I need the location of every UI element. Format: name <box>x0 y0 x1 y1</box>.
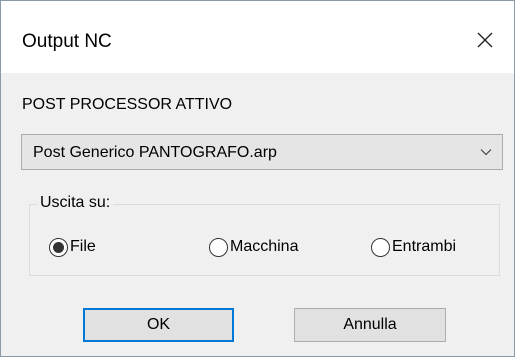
post-processor-label: POST PROCESSOR ATTIVO <box>22 96 233 113</box>
post-processor-selected-value: Post Generico PANTOGRAFO.arp <box>33 144 277 161</box>
radio-macchina[interactable]: Macchina <box>209 235 298 259</box>
cancel-button[interactable]: Annulla <box>294 308 446 342</box>
output-group-label: Uscita su: <box>37 193 114 213</box>
radio-circle <box>371 237 390 257</box>
close-button[interactable] <box>456 19 514 61</box>
ok-button[interactable]: OK <box>83 308 234 342</box>
dialog-title: Output NC <box>22 31 112 52</box>
radio-dot <box>53 241 64 253</box>
radio-entrambi[interactable]: Entrambi <box>371 235 456 259</box>
title-bar: Output NC <box>1 1 514 73</box>
post-processor-select[interactable]: Post Generico PANTOGRAFO.arp <box>21 134 503 170</box>
radio-circle <box>209 237 228 257</box>
output-nc-dialog: Output NC POST PROCESSOR ATTIVO Post Gen… <box>0 0 515 357</box>
radio-entrambi-label: Entrambi <box>392 238 457 255</box>
chevron-down-icon <box>480 149 492 156</box>
close-icon <box>477 32 493 48</box>
radio-macchina-label: Macchina <box>230 238 299 255</box>
radio-circle <box>49 237 68 257</box>
radio-file[interactable]: File <box>49 235 96 259</box>
radio-file-label: File <box>70 238 96 255</box>
